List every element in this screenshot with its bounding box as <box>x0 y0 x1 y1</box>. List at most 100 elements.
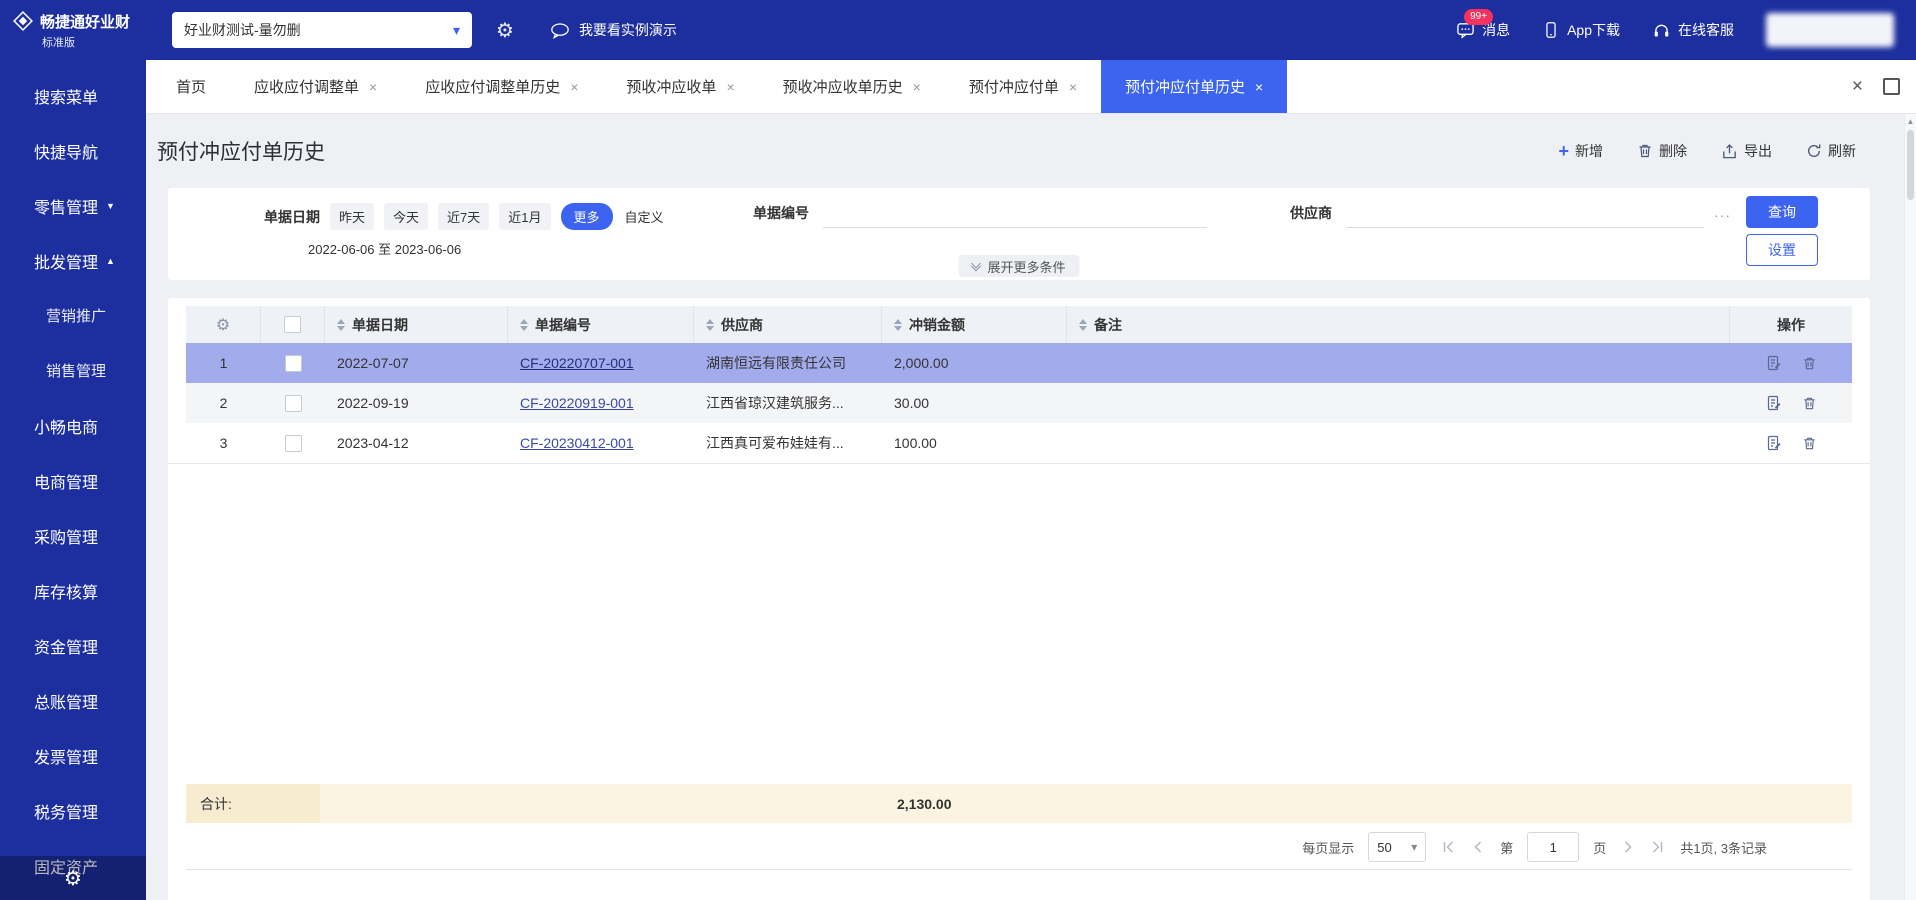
quick-date-last7days[interactable]: 近7天 <box>438 203 489 230</box>
sidebar-item-funds-mgmt[interactable]: 资金管理 <box>0 618 146 673</box>
quick-date-custom[interactable]: 自定义 <box>623 203 666 230</box>
scroll-up-arrow-icon[interactable]: ▲ <box>1905 114 1916 128</box>
prev-page-button[interactable] <box>1470 839 1486 855</box>
supplier-input[interactable] <box>1346 203 1704 228</box>
row-checkbox[interactable] <box>285 395 302 412</box>
quick-date-last-month[interactable]: 近1月 <box>499 203 550 230</box>
sidebar-item-inventory-accounting[interactable]: 库存核算 <box>0 563 146 618</box>
supplier-picker-ellipsis-icon[interactable]: ··· <box>1714 203 1731 223</box>
demo-link[interactable]: 我要看实例演示 <box>550 20 677 40</box>
sidebar-item-wholesale-mgmt[interactable]: 批发管理▲ <box>0 233 146 288</box>
chevron-down-icon: ▾ <box>453 22 460 39</box>
doc-no-link[interactable]: CF-20230412-001 <box>520 435 634 451</box>
topbar-right: 99+ 消息 App下载 在线客服 <box>1456 13 1916 47</box>
column-header-date[interactable]: 单据日期 <box>325 306 508 343</box>
tab-advance-payment-offset-history[interactable]: 预付冲应付单历史× <box>1101 60 1287 113</box>
row-delete-icon[interactable] <box>1802 355 1817 371</box>
settings-button[interactable]: 设置 <box>1746 234 1818 266</box>
sidebar-item-retail-mgmt[interactable]: 零售管理▼ <box>0 178 146 233</box>
row-delete-icon[interactable] <box>1802 435 1817 451</box>
table-row[interactable]: 3 2023-04-12 CF-20230412-001 江西真可爱布娃娃有..… <box>186 423 1852 463</box>
sidebar-item-invoice-mgmt[interactable]: 发票管理 <box>0 728 146 783</box>
sidebar-item-general-ledger[interactable]: 总账管理 <box>0 673 146 728</box>
column-header-doc-no[interactable]: 单据编号 <box>508 306 694 343</box>
row-checkbox[interactable] <box>285 355 302 372</box>
page-size-select[interactable]: 50 ▾ <box>1368 832 1426 862</box>
doc-no-input[interactable] <box>823 203 1207 228</box>
sort-icon[interactable] <box>894 319 902 331</box>
tab-close-icon[interactable]: × <box>726 79 734 95</box>
tab-advance-receipt-offset-history[interactable]: 预收冲应收单历史× <box>759 60 945 113</box>
first-page-button[interactable] <box>1440 839 1456 855</box>
sort-icon[interactable] <box>337 319 345 331</box>
sort-icon[interactable] <box>520 319 528 331</box>
org-settings-gear-icon[interactable]: ⚙ <box>496 18 514 43</box>
sort-icon[interactable] <box>1079 319 1087 331</box>
table-row[interactable]: 2 2022-09-19 CF-20220919-001 江西省琼汉建筑服务..… <box>186 383 1852 423</box>
sidebar-item-ecommerce-mgmt[interactable]: 电商管理 <box>0 453 146 508</box>
row-checkbox[interactable] <box>285 435 302 452</box>
tab-close-icon[interactable]: × <box>369 79 377 95</box>
tab-close-icon[interactable]: × <box>1069 79 1077 95</box>
online-service-label: 在线客服 <box>1678 20 1734 40</box>
tab-ar-ap-adjust-history[interactable]: 应收应付调整单历史× <box>401 60 602 113</box>
sidebar-item-tax-mgmt[interactable]: 税务管理 <box>0 783 146 838</box>
org-selector[interactable]: 好业财测试-量勿删 ▾ <box>172 12 472 48</box>
tab-ar-ap-adjust[interactable]: 应收应付调整单× <box>230 60 401 113</box>
fullscreen-icon[interactable] <box>1883 78 1900 95</box>
export-button[interactable]: 导出 <box>1721 141 1772 161</box>
online-service-button[interactable]: 在线客服 <box>1652 20 1734 40</box>
quick-date-today[interactable]: 今天 <box>384 203 428 230</box>
add-button[interactable]: + 新增 <box>1558 141 1603 161</box>
page-number-input[interactable] <box>1527 832 1579 862</box>
column-settings-gear-icon[interactable]: ⚙ <box>186 306 261 343</box>
messages-button[interactable]: 99+ 消息 <box>1456 20 1510 40</box>
row-detail-icon[interactable] <box>1766 355 1782 371</box>
supplier-filter-label: 供应商 <box>1290 203 1332 223</box>
row-detail-icon[interactable] <box>1766 395 1782 411</box>
app-window: 畅捷通好业财 标准版 好业财测试-量勿删 ▾ ⚙ 我要看实例演示 99+ 消息 <box>0 0 1916 900</box>
tab-home[interactable]: 首页 <box>152 60 230 113</box>
tab-advance-receipt-offset[interactable]: 预收冲应收单× <box>602 60 758 113</box>
sidebar-item-purchase-mgmt[interactable]: 采购管理 <box>0 508 146 563</box>
next-page-button[interactable] <box>1620 839 1636 855</box>
row-delete-icon[interactable] <box>1802 395 1817 411</box>
search-button[interactable]: 查询 <box>1746 196 1818 228</box>
doc-no-link[interactable]: CF-20220707-001 <box>520 355 634 371</box>
select-all-checkbox[interactable] <box>284 316 301 333</box>
table-row[interactable]: 1 2022-07-07 CF-20220707-001 湖南恒远有限责任公司 … <box>186 343 1852 383</box>
sort-icon[interactable] <box>706 319 714 331</box>
messages-badge: 99+ <box>1464 9 1493 25</box>
tabbar: 首页 应收应付调整单× 应收应付调整单历史× 预收冲应收单× 预收冲应收单历史×… <box>146 60 1916 114</box>
vertical-scrollbar[interactable]: ▲ <box>1904 114 1916 900</box>
sidebar-item-quick-nav[interactable]: 快捷导航 <box>0 123 146 178</box>
row-detail-icon[interactable] <box>1766 435 1782 451</box>
scrollbar-thumb[interactable] <box>1907 130 1914 200</box>
sidebar-item-xiaochang-ecommerce[interactable]: 小畅电商 <box>0 398 146 453</box>
expand-more-conditions-button[interactable]: 展开更多条件 <box>958 255 1079 277</box>
app-download-button[interactable]: App下载 <box>1542 20 1620 40</box>
column-header-amount[interactable]: 冲销金额 <box>882 306 1067 343</box>
column-header-supplier[interactable]: 供应商 <box>694 306 882 343</box>
double-chevron-down-icon <box>972 260 979 270</box>
sidebar-settings-gear-icon[interactable]: ⚙ <box>0 856 146 900</box>
doc-no-link[interactable]: CF-20220919-001 <box>520 395 634 411</box>
user-account-area[interactable] <box>1766 13 1894 47</box>
close-all-tabs-icon[interactable]: × <box>1852 77 1863 96</box>
tab-close-icon[interactable]: × <box>1255 79 1263 95</box>
tab-advance-payment-offset[interactable]: 预付冲应付单× <box>945 60 1101 113</box>
tab-close-icon[interactable]: × <box>570 79 578 95</box>
quick-date-yesterday[interactable]: 昨天 <box>330 203 374 230</box>
tab-close-icon[interactable]: × <box>913 79 921 95</box>
last-page-button[interactable] <box>1650 839 1666 855</box>
quick-date-more[interactable]: 更多 <box>561 203 613 230</box>
refresh-button[interactable]: 刷新 <box>1806 141 1856 161</box>
cell-supplier: 江西真可爱布娃娃有... <box>694 433 882 453</box>
brand-logo-icon <box>12 10 34 32</box>
sidebar-item-search-menu[interactable]: 搜索菜单 <box>0 68 146 123</box>
pagination: 每页显示 50 ▾ 第 页 共1页, 3条记录 <box>186 825 1852 869</box>
delete-button[interactable]: 删除 <box>1637 141 1687 161</box>
sidebar-item-marketing-promo[interactable]: 营销推广 <box>0 288 146 343</box>
sidebar-item-sales-mgmt[interactable]: 销售管理 <box>0 343 146 398</box>
column-header-note[interactable]: 备注 <box>1067 306 1730 343</box>
